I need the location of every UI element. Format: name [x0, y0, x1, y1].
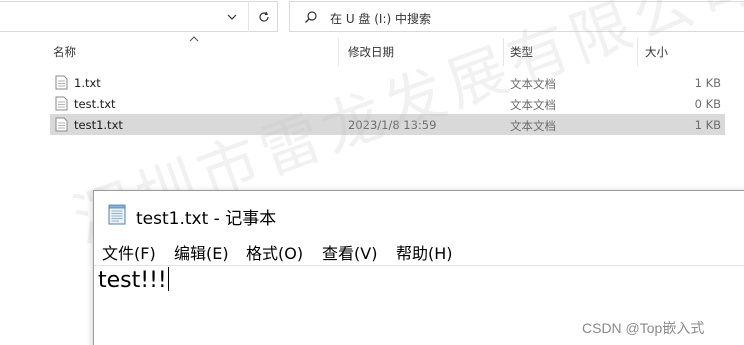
file-row-selected[interactable]: test1.txt 2023/1/8 13:59 文本文档 1 KB: [50, 114, 725, 135]
menu-divider: [94, 265, 744, 266]
notepad-icon: [108, 204, 126, 225]
file-name: test.txt: [74, 97, 116, 111]
column-header-type-label: 类型: [510, 45, 533, 59]
notepad-content: test!!!: [98, 268, 167, 293]
file-type: 文本文档: [510, 119, 556, 133]
menu-format[interactable]: 格式(O): [246, 240, 303, 264]
search-icon: [305, 11, 317, 23]
file-modified: 2023/1/8 13:59: [348, 118, 437, 132]
file-name: 1.txt: [74, 76, 101, 90]
chevron-down-icon: [227, 14, 237, 20]
notepad-text-area[interactable]: test!!!: [98, 267, 169, 293]
column-header-modified-label: 修改日期: [348, 45, 394, 59]
file-row[interactable]: 1.txt 文本文档 1 KB: [50, 72, 725, 93]
menu-file[interactable]: 文件(F): [102, 240, 156, 264]
file-type: 文本文档: [510, 98, 556, 112]
search-placeholder: 在 U 盘 (I:) 中搜索: [330, 12, 431, 26]
column-header-size-label: 大小: [645, 45, 668, 59]
text-file-icon: [55, 75, 68, 90]
column-header-type[interactable]: 类型: [505, 38, 635, 66]
notepad-title: test1.txt - 记事本: [136, 209, 277, 229]
column-divider[interactable]: [338, 38, 339, 66]
menu-edit[interactable]: 编辑(E): [174, 240, 229, 264]
file-row[interactable]: test.txt 文本文档 0 KB: [50, 93, 725, 114]
address-history-button[interactable]: [219, 1, 245, 32]
file-type: 文本文档: [510, 77, 556, 91]
refresh-icon: [258, 11, 269, 22]
text-file-icon: [55, 117, 68, 132]
menu-help[interactable]: 帮助(H): [396, 240, 453, 264]
column-divider[interactable]: [503, 38, 504, 66]
column-divider[interactable]: [637, 38, 638, 66]
notepad-menu-bar: 文件(F) 编辑(E) 格式(O) 查看(V) 帮助(H): [94, 237, 744, 263]
refresh-button[interactable]: [248, 1, 278, 32]
column-header-size[interactable]: 大小: [640, 38, 730, 66]
notepad-title-bar[interactable]: test1.txt - 记事本: [94, 191, 744, 235]
file-size: 1 KB: [694, 118, 721, 132]
file-name: test1.txt: [74, 118, 123, 132]
file-size: 0 KB: [694, 97, 721, 111]
menu-view[interactable]: 查看(V): [322, 240, 377, 264]
csdn-watermark: CSDN @Top嵌入式: [582, 320, 705, 336]
text-caret: [167, 267, 169, 291]
column-header-modified[interactable]: 修改日期: [343, 38, 503, 66]
search-input[interactable]: 在 U 盘 (I:) 中搜索: [289, 1, 744, 32]
text-file-icon: [55, 96, 68, 111]
column-header-name-label: 名称: [53, 45, 76, 59]
file-size: 1 KB: [694, 76, 721, 90]
column-header-name[interactable]: 名称: [48, 38, 338, 66]
